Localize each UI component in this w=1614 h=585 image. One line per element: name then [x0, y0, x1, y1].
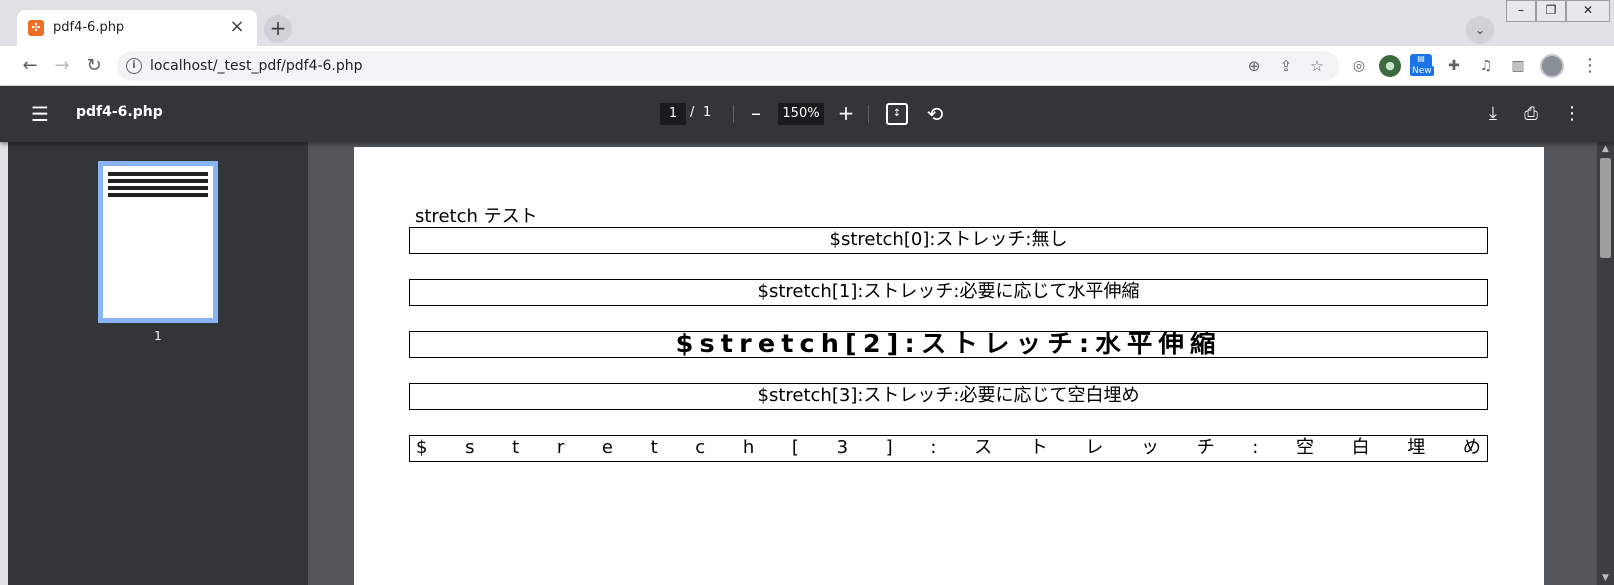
stretch-row-4: $ s t r e t c h [3]: ス ト レ ッ チ: 空 白 埋 め — [409, 435, 1488, 462]
stretch-row-0: $stretch[0]:ストレッチ:無し — [409, 227, 1488, 254]
pdf-toolbar: ☰ pdf4-6.php 1 / 1 – 150% + ↕ ⟲ ⤓ ⎙ ⋮ — [0, 86, 1614, 142]
spread-character: 3 — [836, 437, 849, 458]
extension-circle-icon[interactable]: ◎ — [1348, 55, 1370, 77]
spread-character: c — [695, 437, 706, 458]
browser-toolbar: ← → ↻ i localhost/_test_pdf/pdf4-6.php ⊕… — [0, 46, 1614, 86]
page-thumbnail[interactable] — [98, 161, 218, 323]
xampp-icon: ✣ — [28, 20, 44, 36]
toolbar-divider — [868, 105, 869, 123]
document-heading: stretch テスト — [415, 206, 538, 227]
media-control-icon[interactable]: ♫ — [1475, 55, 1497, 77]
profile-avatar[interactable] — [1540, 54, 1564, 78]
thumbnail-page-label: 1 — [154, 329, 162, 343]
browser-tab[interactable]: ✣ pdf4-6.php × — [17, 10, 257, 46]
spread-character: s — [465, 437, 475, 458]
tab-strip: ✣ pdf4-6.php × + ⌄ – ❐ ✕ — [0, 0, 1614, 46]
print-icon[interactable]: ⎙ — [1518, 101, 1544, 127]
hamburger-menu-icon[interactable]: ☰ — [28, 102, 52, 126]
spread-character: レ — [1085, 437, 1104, 458]
new-badge: New — [1410, 66, 1434, 76]
download-icon[interactable]: ⤓ — [1480, 101, 1506, 127]
tab-search-button[interactable]: ⌄ — [1466, 16, 1494, 44]
spread-character: e — [601, 437, 613, 458]
new-tab-button[interactable]: + — [264, 15, 292, 43]
maximize-button[interactable]: ❐ — [1536, 0, 1566, 22]
pdf-content-area[interactable]: stretch テスト $stretch[0]:ストレッチ:無し $stretc… — [308, 142, 1597, 585]
spread-character: ] — [885, 437, 893, 458]
zoom-icon[interactable]: ⊕ — [1243, 56, 1265, 76]
side-panel-icon[interactable]: ▥ — [1507, 55, 1529, 77]
tab-close-icon[interactable]: × — [227, 17, 247, 37]
spread-character: [ — [791, 437, 799, 458]
spread-character: ス — [974, 437, 993, 458]
extensions-puzzle-icon[interactable]: ✚ — [1443, 55, 1465, 77]
thumbnail-line — [108, 193, 208, 197]
page-total: 1 — [703, 105, 712, 120]
fit-to-page-icon[interactable]: ↕ — [886, 103, 908, 125]
url-text[interactable]: localhost/_test_pdf/pdf4-6.php — [150, 58, 363, 74]
zoom-out-button[interactable]: – — [744, 102, 768, 126]
stretch-row-1: $stretch[1]:ストレッチ:必要に応じて水平伸縮 — [409, 279, 1488, 306]
thumbnail-sidebar: 1 — [8, 142, 308, 585]
thumbnail-line — [108, 186, 208, 190]
bookmark-star-icon[interactable]: ☆ — [1306, 56, 1328, 76]
rotate-icon[interactable]: ⟲ — [922, 101, 948, 127]
zoom-level-input[interactable]: 150% — [778, 103, 824, 125]
back-button[interactable]: ← — [16, 52, 44, 80]
spread-character: t — [650, 437, 658, 458]
scroll-down-arrow-icon[interactable]: ▼ — [1597, 571, 1614, 585]
forward-button[interactable]: → — [48, 52, 76, 80]
spread-character: : — [930, 437, 937, 458]
pdf-page: stretch テスト $stretch[0]:ストレッチ:無し $stretc… — [354, 147, 1544, 585]
vertical-scrollbar[interactable]: ▲ ▼ — [1597, 142, 1614, 585]
share-icon[interactable]: ⇪ — [1275, 56, 1297, 76]
site-info-icon[interactable]: i — [126, 58, 142, 74]
stretch-row-2-text: $stretch[2]:ストレッチ:水平伸縮 — [675, 331, 1222, 358]
spread-character: 埋 — [1407, 437, 1426, 458]
spread-character: : — [1252, 437, 1259, 458]
spread-character: h — [742, 437, 755, 458]
more-options-icon[interactable]: ⋮ — [1562, 101, 1582, 127]
extension-green-icon[interactable]: ● — [1379, 55, 1401, 77]
zoom-in-button[interactable]: + — [834, 102, 858, 126]
spread-character: チ — [1196, 437, 1215, 458]
scroll-up-arrow-icon[interactable]: ▲ — [1597, 142, 1614, 156]
spread-character: 空 — [1295, 437, 1314, 458]
spread-character: ッ — [1140, 437, 1159, 458]
minimize-button[interactable]: – — [1506, 0, 1536, 22]
thumbnail-line — [108, 172, 208, 176]
stretch-row-3: $stretch[3]:ストレッチ:必要に応じて空白埋め — [409, 383, 1488, 410]
thumbnail-line — [108, 179, 208, 183]
spread-character: $ — [416, 437, 428, 458]
browser-menu-icon[interactable]: ⋮ — [1578, 52, 1602, 80]
spread-character: t — [512, 437, 520, 458]
scrollbar-thumb[interactable] — [1600, 158, 1611, 258]
toolbar-divider — [733, 105, 734, 123]
page-separator: / — [690, 105, 695, 120]
spread-character: ト — [1029, 437, 1048, 458]
stretch-row-2: $stretch[2]:ストレッチ:水平伸縮 — [409, 331, 1488, 358]
spread-character: め — [1462, 437, 1481, 458]
pdf-title: pdf4-6.php — [76, 104, 163, 120]
close-window-button[interactable]: ✕ — [1566, 0, 1610, 22]
spread-character: r — [556, 437, 565, 458]
page-number-input[interactable]: 1 — [660, 103, 686, 125]
reload-button[interactable]: ↻ — [80, 52, 108, 80]
spread-character: 白 — [1351, 437, 1370, 458]
tab-title: pdf4-6.php — [53, 20, 125, 35]
address-bar[interactable]: i localhost/_test_pdf/pdf4-6.php ⊕ ⇪ ☆ — [117, 51, 1339, 81]
